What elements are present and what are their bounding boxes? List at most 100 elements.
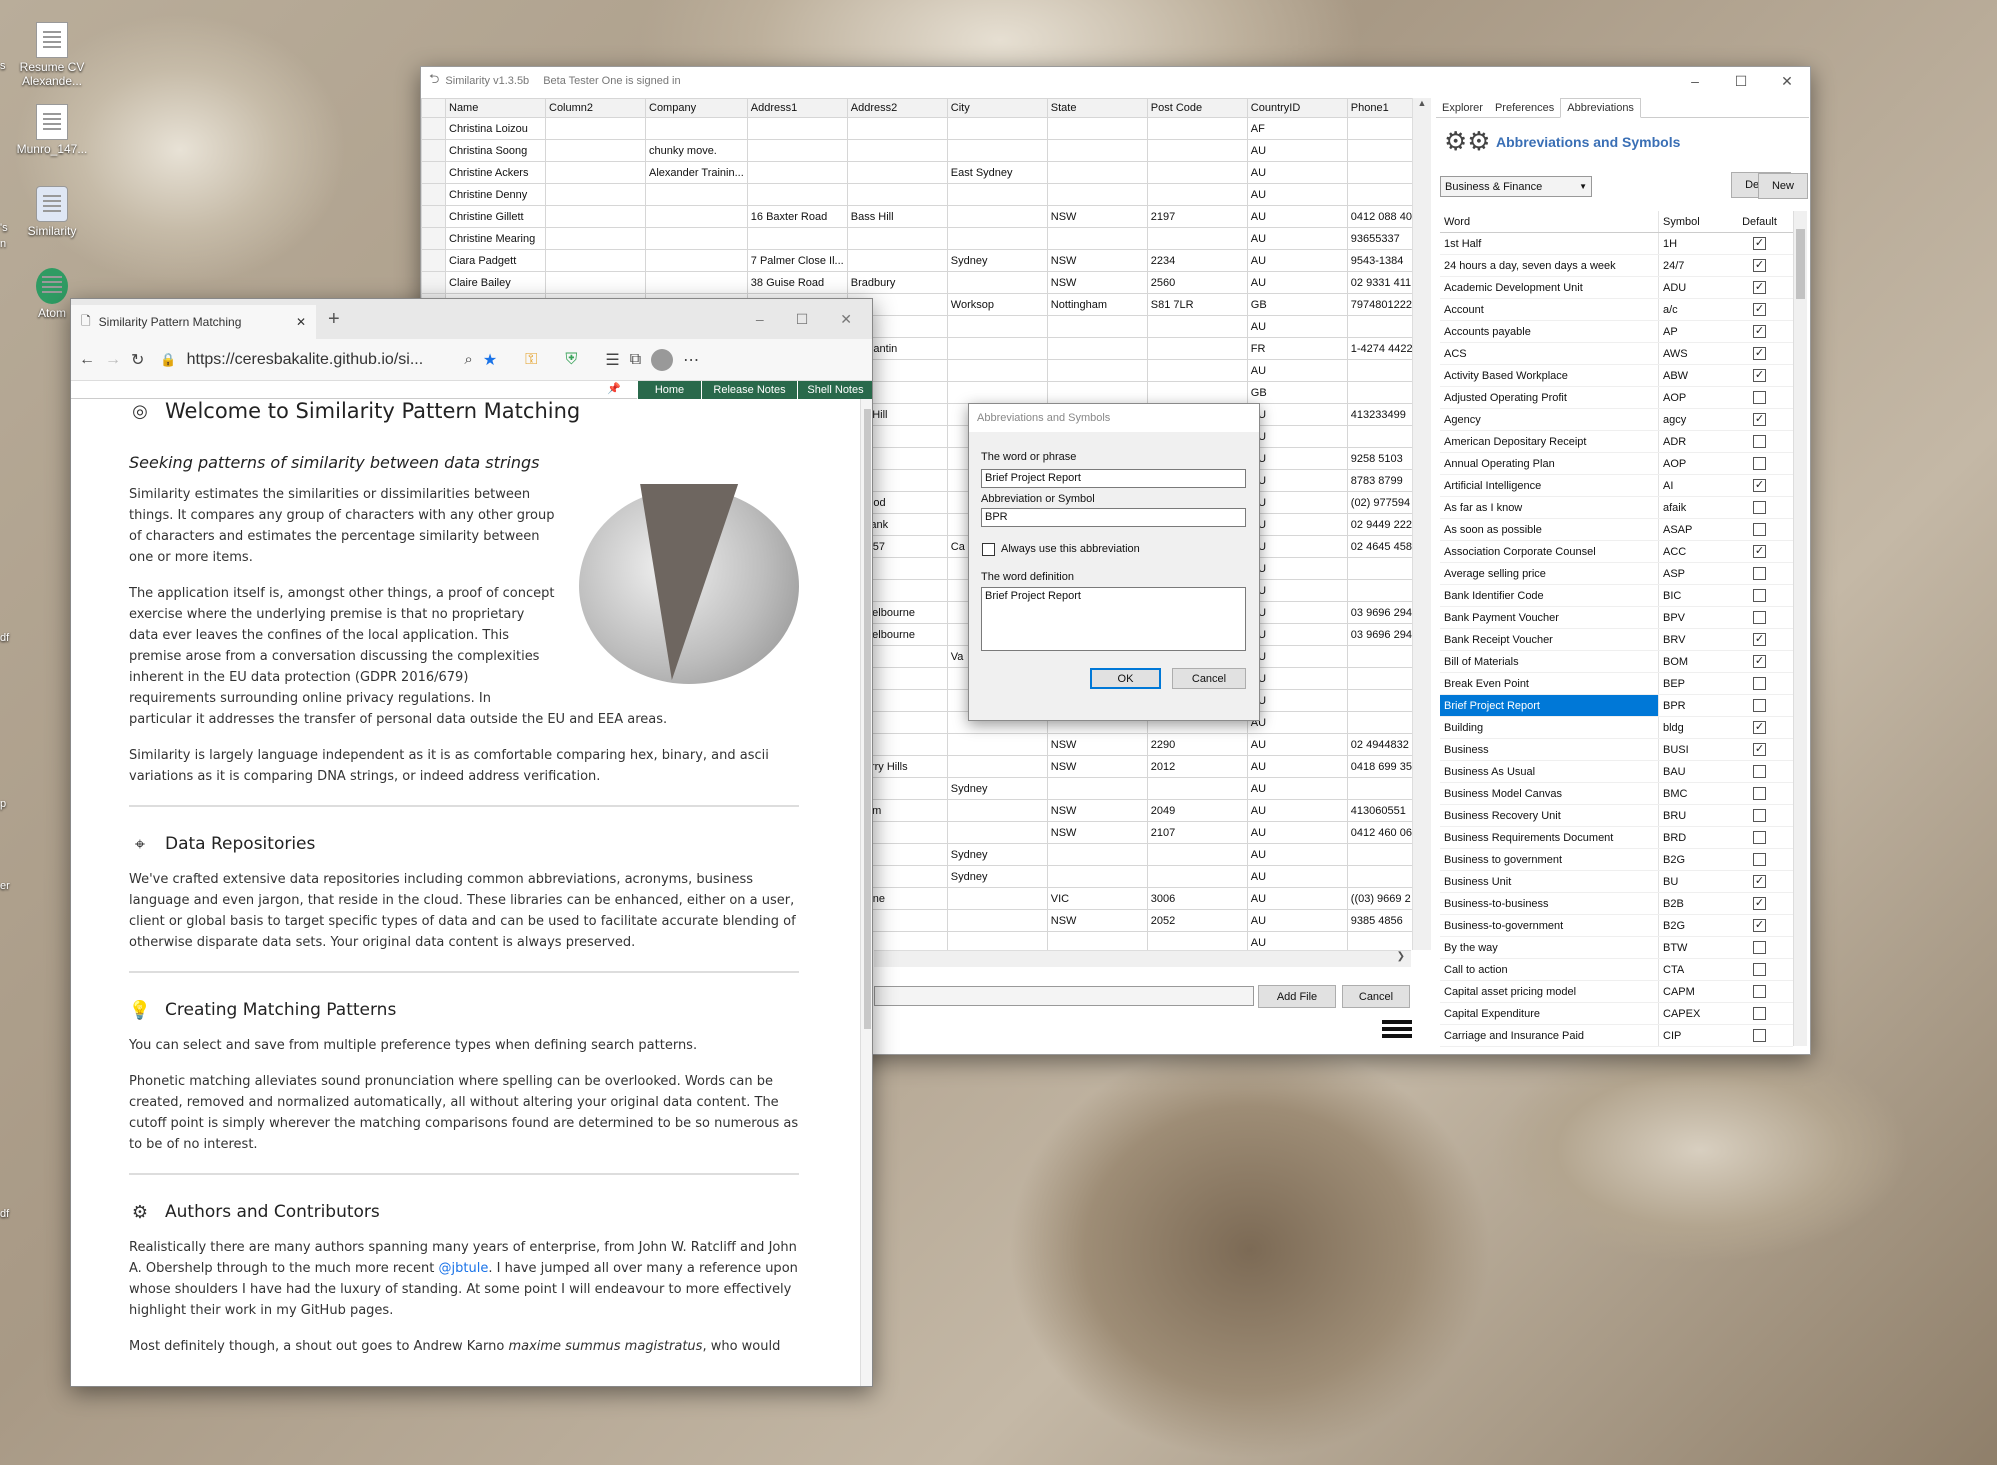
new-button[interactable]: New	[1758, 173, 1808, 199]
default-checkbox[interactable]	[1753, 765, 1766, 778]
table-cell[interactable]	[1146, 227, 1248, 250]
table-row[interactable]: Christine Mearing AU 93655337	[421, 227, 1418, 250]
table-cell[interactable]	[1146, 777, 1248, 800]
table-cell[interactable]	[1346, 117, 1418, 140]
table-cell[interactable]: VIC	[1046, 887, 1148, 910]
definition-textarea[interactable]: Brief Project Report	[981, 587, 1246, 651]
new-tab-icon[interactable]: +	[316, 308, 352, 339]
table-cell[interactable]: AU	[1246, 821, 1348, 844]
row-header[interactable]	[421, 205, 446, 228]
default-checkbox[interactable]: ✓	[1753, 633, 1766, 646]
table-cell[interactable]: 2052	[1146, 909, 1248, 932]
default-checkbox[interactable]: ✓	[1753, 721, 1766, 734]
table-cell[interactable]	[1046, 139, 1148, 162]
default-checkbox[interactable]: ✓	[1753, 259, 1766, 272]
table-cell[interactable]: NSW	[1046, 821, 1148, 844]
table-cell[interactable]	[946, 205, 1048, 228]
abbreviation-row[interactable]: Academic Development Unit ADU ✓	[1440, 277, 1793, 299]
table-cell[interactable]: Christine Denny	[445, 183, 546, 206]
default-checkbox[interactable]: ✓	[1753, 545, 1766, 558]
add-file-button[interactable]: Add File	[1258, 985, 1336, 1008]
abbreviation-row[interactable]: Bank Identifier Code BIC	[1440, 585, 1793, 607]
table-cell[interactable]	[1146, 359, 1248, 382]
table-cell[interactable]: chunky move.	[645, 139, 748, 162]
table-cell[interactable]	[846, 183, 948, 206]
table-cell[interactable]	[545, 183, 646, 206]
table-cell[interactable]: AU	[1246, 447, 1348, 470]
table-cell[interactable]: Sydney	[946, 249, 1048, 272]
table-cell[interactable]: AU	[1246, 425, 1348, 448]
table-cell[interactable]	[1146, 337, 1248, 360]
close-icon[interactable]: ✕	[840, 311, 852, 328]
title-bar[interactable]: ⮌ Similarity v1.3.5b Beta Tester One is …	[421, 67, 1810, 95]
table-cell[interactable]: 02 9449 222	[1346, 513, 1418, 536]
column-header[interactable]: City	[946, 98, 1048, 118]
abbreviation-row[interactable]: Adjusted Operating Profit AOP	[1440, 387, 1793, 409]
column-header[interactable]: Name	[445, 98, 546, 118]
table-cell[interactable]: AU	[1246, 799, 1348, 822]
table-cell[interactable]: 9258 5103	[1346, 447, 1418, 470]
table-cell[interactable]	[1046, 931, 1148, 950]
table-cell[interactable]: Christina Loizou	[445, 117, 546, 140]
table-cell[interactable]: Sydney	[946, 843, 1048, 866]
tab-preferences[interactable]: Preferences	[1489, 99, 1560, 117]
table-cell[interactable]	[1146, 139, 1248, 162]
table-cell[interactable]: AU	[1246, 535, 1348, 558]
abbreviation-input[interactable]: BPR	[981, 508, 1246, 527]
default-checkbox[interactable]	[1753, 941, 1766, 954]
table-cell[interactable]: AU	[1246, 469, 1348, 492]
always-use-checkbox[interactable]	[982, 543, 995, 556]
table-cell[interactable]: East Sydney	[946, 161, 1048, 184]
column-header-default[interactable]: Default	[1726, 216, 1793, 228]
tab-close-icon[interactable]: ✕	[296, 315, 306, 329]
key-extension-icon[interactable]: ⚿	[525, 351, 537, 369]
table-cell[interactable]	[746, 183, 848, 206]
nav-shell-notes[interactable]: Shell Notes	[797, 381, 872, 399]
jbtule-link[interactable]: @jbtule	[439, 1261, 489, 1276]
table-cell[interactable]: AU	[1246, 271, 1348, 294]
table-cell[interactable]: AU	[1246, 733, 1348, 756]
category-select[interactable]: Business & Finance ▼	[1440, 176, 1592, 197]
default-checkbox[interactable]	[1753, 523, 1766, 536]
table-cell[interactable]	[645, 205, 748, 228]
abbreviation-row[interactable]: 1st Half 1H ✓	[1440, 233, 1793, 255]
column-header[interactable]: Phone1	[1346, 98, 1418, 118]
default-checkbox[interactable]: ✓	[1753, 897, 1766, 910]
table-cell[interactable]	[545, 249, 646, 272]
column-header[interactable]: Address1	[746, 98, 848, 118]
nav-home[interactable]: Home	[637, 381, 701, 399]
table-cell[interactable]	[1046, 315, 1148, 338]
table-cell[interactable]	[946, 183, 1048, 206]
table-cell[interactable]	[1146, 161, 1248, 184]
abbreviation-row[interactable]: Business BUSI ✓	[1440, 739, 1793, 761]
grid-horizontal-scrollbar[interactable]: ❯	[874, 950, 1411, 967]
favorite-star-icon[interactable]: ★	[483, 350, 497, 370]
table-cell[interactable]: AU	[1246, 227, 1348, 250]
table-cell[interactable]: Worksop	[946, 293, 1048, 316]
abbreviation-row[interactable]: Bank Receipt Voucher BRV ✓	[1440, 629, 1793, 651]
abbreviation-row[interactable]: Annual Operating Plan AOP	[1440, 453, 1793, 475]
table-cell[interactable]: AU	[1246, 623, 1348, 646]
column-header[interactable]: State	[1046, 98, 1148, 118]
table-cell[interactable]	[746, 139, 848, 162]
abbreviation-row[interactable]: Business-to-government B2G ✓	[1440, 915, 1793, 937]
table-cell[interactable]	[946, 821, 1048, 844]
table-row[interactable]: Christine Ackers Alexander Trainin... East…	[421, 161, 1418, 184]
default-checkbox[interactable]: ✓	[1753, 281, 1766, 294]
shield-extension-icon[interactable]: ⛨	[565, 351, 577, 369]
table-cell[interactable]	[645, 249, 748, 272]
table-cell[interactable]	[1346, 425, 1418, 448]
abbreviation-row[interactable]: Call to action CTA	[1440, 959, 1793, 981]
table-cell[interactable]: 02 4944832	[1346, 733, 1418, 756]
row-header[interactable]	[421, 227, 446, 250]
table-cell[interactable]	[545, 205, 646, 228]
table-cell[interactable]: 38 Guise Road	[746, 271, 848, 294]
table-cell[interactable]	[645, 183, 748, 206]
collections-icon[interactable]: ⧉	[630, 351, 641, 369]
default-checkbox[interactable]	[1753, 435, 1766, 448]
default-checkbox[interactable]: ✓	[1753, 655, 1766, 668]
table-cell[interactable]: Christine Gillett	[445, 205, 546, 228]
url-field[interactable]: 🔒 https://ceresbakalite.github.io/si...	[154, 345, 454, 375]
table-cell[interactable]	[846, 227, 948, 250]
table-cell[interactable]: Sydney	[946, 777, 1048, 800]
